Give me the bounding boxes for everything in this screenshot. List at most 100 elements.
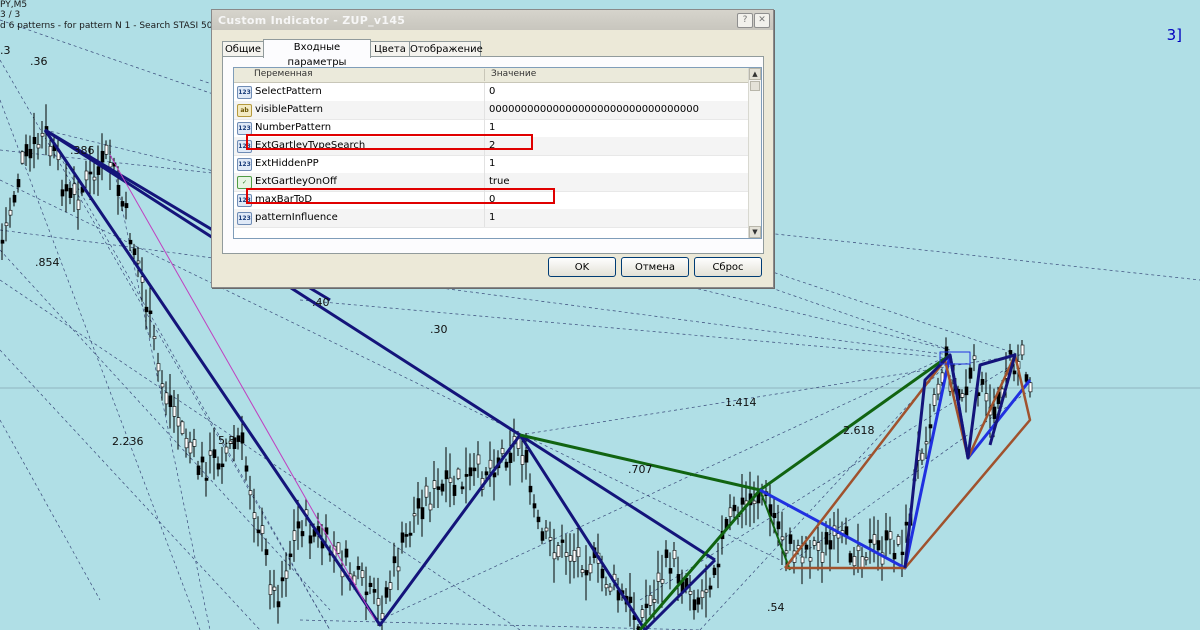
candle-body <box>160 383 165 388</box>
chart-symbol-label: PY,M5 <box>0 0 28 10</box>
candle-body <box>588 563 593 574</box>
candle-body <box>108 162 113 168</box>
column-header-value[interactable]: Значение <box>491 69 536 79</box>
help-button[interactable]: ? <box>737 13 753 28</box>
table-row[interactable]: 123 ExtHiddenPP 1 <box>234 155 749 174</box>
candle-body <box>288 553 293 558</box>
candle-body <box>572 550 577 562</box>
candle-body <box>536 516 541 523</box>
tab-general[interactable]: Общие <box>222 41 264 57</box>
table-header: Переменная Значение <box>234 68 749 83</box>
custom-indicator-dialog: Custom Indicator - ZUP_v145 ? ✕ Общие Вх… <box>211 9 774 288</box>
candle-body <box>648 594 653 606</box>
candle-body <box>272 586 277 591</box>
candle-body <box>868 539 873 543</box>
candle-body <box>904 521 909 526</box>
candle-body <box>732 504 737 512</box>
candle-body <box>96 166 101 175</box>
candle-body <box>896 536 901 545</box>
candle-body <box>984 393 989 402</box>
candle-body <box>88 171 93 175</box>
candle-body <box>1012 370 1017 375</box>
close-icon[interactable]: ✕ <box>754 13 770 28</box>
candle-body <box>264 549 269 556</box>
candle-body <box>708 585 713 590</box>
candle-body <box>528 485 533 493</box>
candle-body <box>76 199 81 210</box>
candle-body <box>156 363 161 372</box>
candle-body <box>72 183 77 195</box>
candle-body <box>104 144 109 155</box>
parameter-value[interactable]: 1 <box>489 212 495 223</box>
dialog-title: Custom Indicator - ZUP_v145 <box>218 14 406 27</box>
candle-body <box>808 557 813 562</box>
candle-body <box>864 557 869 561</box>
candle-body <box>1020 344 1025 356</box>
reset-button[interactable]: Сброс <box>694 257 762 277</box>
parameter-value[interactable]: 1 <box>489 158 495 169</box>
parameter-value[interactable]: 000000000000000000000000000000000 <box>489 104 699 115</box>
candle-body <box>1028 382 1033 393</box>
candle-body <box>432 480 437 489</box>
integer-type-icon: 123 <box>237 86 252 99</box>
parameter-value[interactable]: true <box>489 176 510 187</box>
table-row[interactable]: 123 SelectPattern 0 <box>234 83 749 102</box>
candle-body <box>968 367 973 379</box>
parameter-value[interactable]: 0 <box>489 86 495 97</box>
candle-body <box>148 310 153 315</box>
scroll-up-arrow-icon[interactable]: ▲ <box>749 68 761 80</box>
tab-display[interactable]: Отображение <box>409 41 483 57</box>
ok-button[interactable]: OK <box>548 257 616 277</box>
candle-body <box>164 392 169 405</box>
cancel-button[interactable]: Отмена <box>621 257 689 277</box>
candle-body <box>284 570 289 579</box>
string-type-icon: ab <box>237 104 252 117</box>
candle-body <box>212 449 217 458</box>
candle-body <box>396 566 401 572</box>
candle-body <box>476 454 481 465</box>
candle-body <box>456 468 461 479</box>
candle-body <box>132 248 137 256</box>
dialog-titlebar[interactable]: Custom Indicator - ZUP_v145 ? ✕ <box>212 10 773 30</box>
tab-input-parameters[interactable]: Входные параметры <box>263 39 371 68</box>
fib-dashed-line <box>109 149 211 630</box>
candle-body <box>360 570 365 578</box>
fib-label: .386 <box>70 144 95 157</box>
candle-body <box>584 570 589 576</box>
fib-label: 5.3 <box>218 434 236 447</box>
candle-body <box>220 463 225 468</box>
integer-type-icon: 123 <box>237 158 252 171</box>
candle-body <box>416 498 421 509</box>
fib-label: .30 <box>430 323 448 336</box>
candle-body <box>888 531 893 540</box>
candle-body <box>508 452 513 463</box>
candle-body <box>120 201 125 207</box>
candle-body <box>252 512 257 519</box>
scroll-down-arrow-icon[interactable]: ▼ <box>749 226 761 238</box>
candle-body <box>152 336 157 340</box>
candle-body <box>700 590 705 598</box>
candle-body <box>740 497 745 505</box>
fib-label: .854 <box>35 256 60 269</box>
fib-label: .54 <box>767 601 785 614</box>
candle-body <box>276 601 281 608</box>
candle-body <box>260 525 265 534</box>
candle-body <box>196 465 201 475</box>
table-row[interactable]: 123 patternInfluence 1 <box>234 209 749 228</box>
table-row[interactable]: ab visiblePattern 000000000000000000000000… <box>234 101 749 120</box>
candle-body <box>992 406 997 419</box>
candle-body <box>520 455 525 465</box>
fib-dashed-line <box>299 299 951 359</box>
candle-body <box>268 584 273 596</box>
candle-body <box>704 589 709 593</box>
candle-body <box>900 551 905 556</box>
highlight-box-gartley-type <box>246 134 533 150</box>
parameter-value[interactable]: 1 <box>489 122 495 133</box>
fib-dashed-line <box>519 354 1021 436</box>
tab-colors[interactable]: Цвета <box>370 41 410 57</box>
candle-body <box>932 394 937 406</box>
candle-body <box>776 521 781 530</box>
vertical-scrollbar[interactable]: ▲ ▼ <box>748 68 761 238</box>
column-header-variable[interactable]: Переменная <box>254 69 313 79</box>
scroll-thumb[interactable] <box>750 81 760 91</box>
